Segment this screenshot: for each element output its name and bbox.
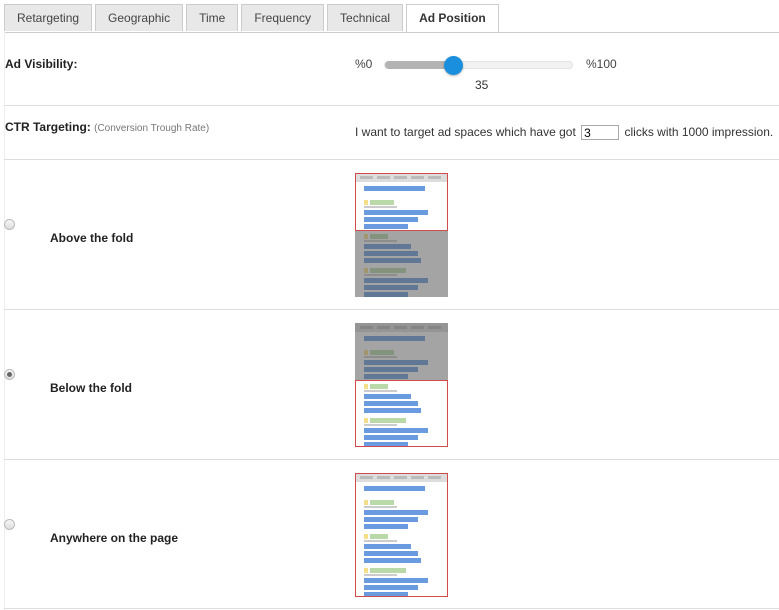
preview-shade (355, 231, 448, 297)
tab-technical[interactable]: Technical (327, 4, 404, 31)
tab-time[interactable]: Time (186, 4, 239, 31)
slider-handle[interactable] (444, 56, 463, 75)
tab-frequency[interactable]: Frequency (241, 4, 325, 31)
tab-ad-position[interactable]: Ad Position (406, 4, 499, 33)
ctr-text-after: clicks with 1000 impression. (624, 125, 774, 139)
ctr-sublabel: (Conversion Trough Rate) (94, 123, 210, 134)
preview-highlight (355, 380, 448, 447)
ctr-text-before: I want to target ad spaces which have go… (355, 125, 576, 139)
above-fold-label[interactable]: Above the fold (50, 231, 133, 245)
above-fold-preview-icon (355, 173, 448, 297)
anywhere-preview-icon (355, 473, 448, 597)
above-fold-radio[interactable] (4, 219, 15, 230)
anywhere-label[interactable]: Anywhere on the page (50, 531, 178, 545)
slider-min-label: %0 (355, 57, 373, 71)
slider-max-label: %100 (586, 57, 617, 71)
tab-retargeting[interactable]: Retargeting (4, 4, 93, 31)
below-fold-label[interactable]: Below the fold (50, 381, 132, 395)
below-fold-radio[interactable] (4, 369, 15, 380)
tab-geographic[interactable]: Geographic (95, 4, 184, 31)
ctr-sentence: I want to target ad spaces which have go… (355, 125, 774, 141)
ctr-title: CTR Targeting: (5, 120, 91, 134)
preview-highlight (355, 173, 448, 231)
ad-visibility-row: Ad Visibility: (4, 32, 779, 106)
ad-visibility-label: Ad Visibility: (5, 57, 78, 71)
ctr-clicks-input[interactable] (581, 125, 620, 141)
slider-fill (385, 61, 453, 69)
anywhere-radio[interactable] (4, 519, 15, 530)
below-fold-preview-icon (355, 323, 448, 447)
tab-bar: Retargeting Geographic Time Frequency Te… (4, 4, 502, 33)
preview-shade (355, 323, 448, 381)
ad-visibility-slider[interactable] (384, 56, 573, 75)
slider-value: 35 (475, 78, 489, 92)
ctr-targeting-label: CTR Targeting: (Conversion Trough Rate) (5, 120, 209, 134)
preview-highlight (355, 473, 448, 597)
